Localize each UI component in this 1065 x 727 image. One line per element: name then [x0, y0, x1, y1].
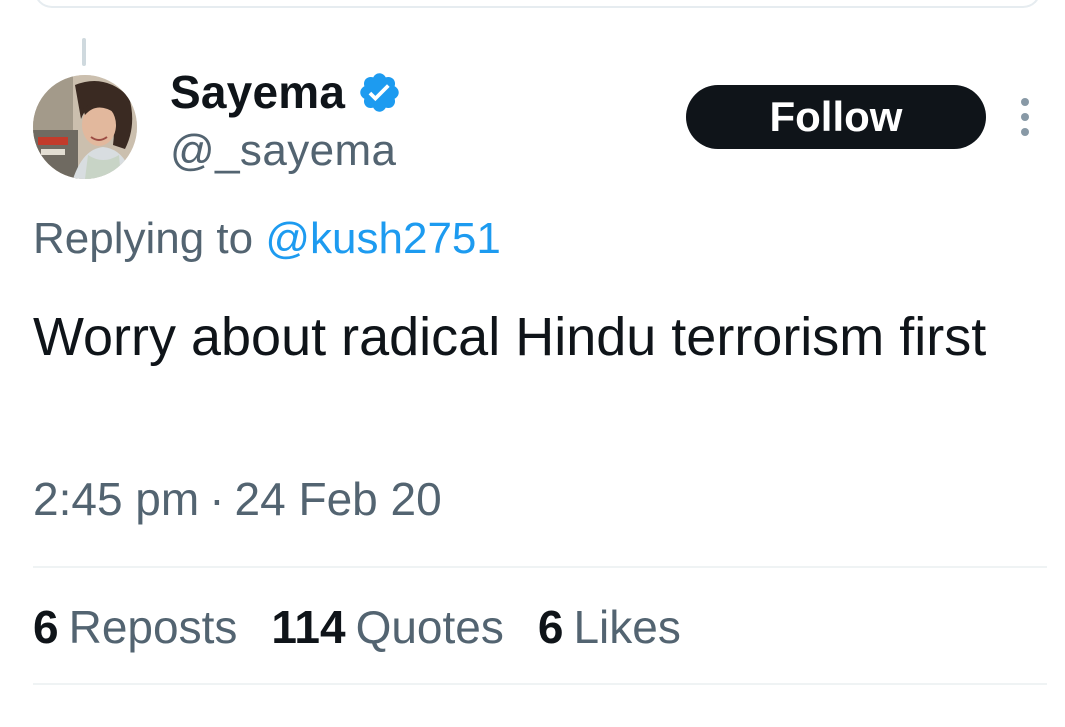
more-dot [1021, 113, 1029, 121]
divider [33, 683, 1047, 685]
reply-mention-link[interactable]: @kush2751 [265, 214, 501, 263]
reposts-count: 6 [33, 601, 59, 653]
likes-count: 6 [537, 601, 564, 653]
follow-button[interactable]: Follow [686, 85, 986, 149]
quotes-label: Quotes [355, 601, 504, 653]
reply-context-prefix: Replying to [33, 214, 254, 263]
more-options-icon[interactable] [1014, 98, 1036, 136]
engagement-stats: 6 Reposts 114 Quotes 6 Likes [33, 600, 681, 654]
avatar[interactable] [33, 75, 137, 179]
tweet-timestamp[interactable]: 2:45 pm · 24 Feb 20 [33, 472, 442, 526]
reposts-stat[interactable]: 6 Reposts [33, 600, 237, 654]
author-display-name[interactable]: Sayema [170, 65, 345, 119]
reply-context: Replying to @kush2751 [33, 214, 501, 264]
divider [33, 566, 1047, 568]
avatar-image [33, 75, 137, 179]
input-card-edge [34, 0, 1041, 8]
more-dot [1021, 128, 1029, 136]
quotes-stat[interactable]: 114 Quotes [271, 600, 504, 654]
verified-badge-icon[interactable] [357, 70, 402, 115]
reposts-label: Reposts [68, 601, 238, 653]
more-dot [1021, 98, 1029, 106]
timestamp-time: 2:45 pm [33, 473, 200, 525]
author-name-row: Sayema [170, 66, 402, 118]
timestamp-date: 24 Feb 20 [234, 473, 442, 525]
timestamp-separator: · [209, 473, 225, 525]
thread-connector-line [82, 38, 86, 66]
tweet-text: Worry about radical Hindu terrorism firs… [33, 307, 987, 367]
likes-label: Likes [573, 601, 681, 653]
quotes-count: 114 [271, 601, 346, 653]
author-handle[interactable]: @_sayema [170, 126, 396, 176]
likes-stat[interactable]: 6 Likes [538, 600, 681, 654]
